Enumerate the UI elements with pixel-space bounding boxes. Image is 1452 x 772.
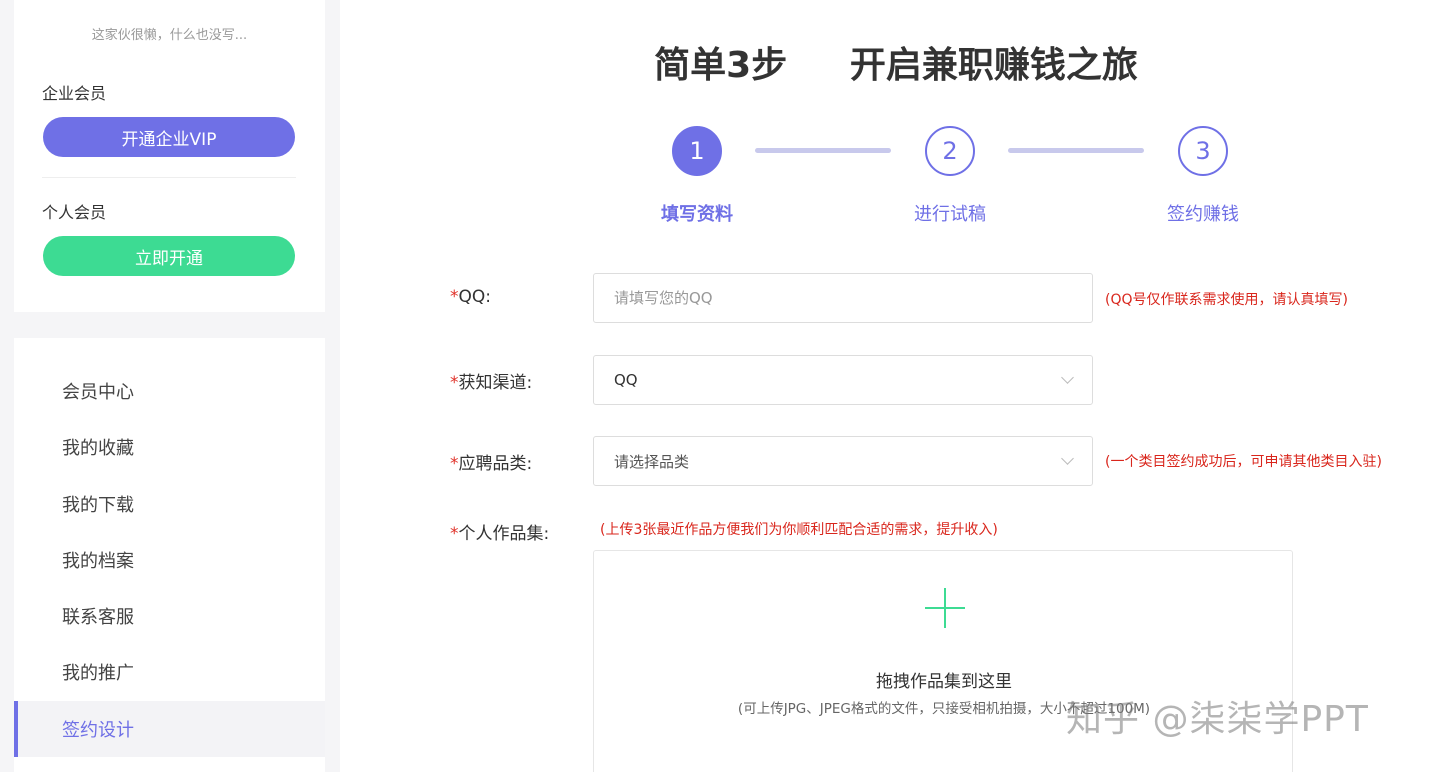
- step-1-label: 填写资料: [661, 204, 733, 225]
- divider: [42, 177, 296, 178]
- category-field-label: *应聘品类:: [450, 449, 532, 474]
- step-3-label: 签约赚钱: [1167, 204, 1239, 225]
- step-connector: [755, 148, 891, 153]
- category-hint: (一个类目签约成功后，可申请其他类目入驻): [1105, 454, 1382, 470]
- portfolio-label-text: 个人作品集:: [458, 524, 550, 544]
- portfolio-field-label: *个人作品集:: [450, 519, 549, 544]
- required-mark: *: [450, 373, 459, 393]
- main-panel: 简单3步 开启兼职赚钱之旅 1 2 3 填写资料 进行试稿 签约赚钱 *QQ: …: [340, 0, 1452, 772]
- page-title: 简单3步 开启兼职赚钱之旅: [654, 45, 1138, 86]
- open-enterprise-vip-button[interactable]: 开通企业VIP: [43, 117, 295, 157]
- sidebar-item-favorites[interactable]: 我的收藏: [14, 419, 325, 475]
- page: 这家伙很懒，什么也没写... 企业会员 开通企业VIP 个人会员 立即开通 会员…: [0, 0, 1452, 772]
- sidebar-item-profile[interactable]: 我的档案: [14, 532, 325, 588]
- watermark: 知乎 @柒柒学PPT: [1066, 699, 1369, 740]
- sidebar-item-member-center[interactable]: 会员中心: [14, 363, 325, 419]
- step-2-circle: 2: [925, 126, 975, 176]
- chevron-down-icon: [1061, 452, 1074, 465]
- sidebar-item-promotion[interactable]: 我的推广: [14, 644, 325, 700]
- step-2-label: 进行试稿: [914, 204, 986, 225]
- category-select-value: 请选择品类: [614, 452, 690, 471]
- open-personal-member-button[interactable]: 立即开通: [43, 236, 295, 276]
- user-tagline: 这家伙很懒，什么也没写...: [91, 28, 248, 43]
- qq-input[interactable]: [593, 273, 1093, 323]
- channel-select[interactable]: QQ: [593, 355, 1093, 405]
- chevron-down-icon: [1061, 371, 1074, 384]
- channel-select-value: QQ: [614, 371, 638, 389]
- upload-title: 拖拽作品集到这里: [876, 672, 1012, 692]
- sidebar-item-sign-design[interactable]: 签约设计: [14, 701, 325, 757]
- sidebar-item-downloads[interactable]: 我的下载: [14, 476, 325, 532]
- step-connector: [1008, 148, 1144, 153]
- member-card: 这家伙很懒，什么也没写... 企业会员 开通企业VIP 个人会员 立即开通: [14, 0, 325, 312]
- category-label-text: 应聘品类:: [458, 454, 533, 474]
- portfolio-hint: (上传3张最近作品方便我们为你顺利匹配合适的需求，提升收入): [600, 522, 998, 538]
- enterprise-member-label: 企业会员: [42, 84, 107, 103]
- category-select[interactable]: 请选择品类: [593, 436, 1093, 486]
- sidebar-item-customer-service[interactable]: 联系客服: [14, 588, 325, 644]
- step-1-circle: 1: [672, 126, 722, 176]
- qq-field-label: *QQ:: [450, 287, 491, 307]
- channel-field-label: *获知渠道:: [450, 368, 532, 393]
- required-mark: *: [450, 454, 459, 474]
- required-mark: *: [450, 287, 459, 307]
- plus-icon: [925, 588, 965, 628]
- step-3-circle: 3: [1178, 126, 1228, 176]
- required-mark: *: [450, 524, 459, 544]
- sidebar-nav: 会员中心 我的收藏 我的下载 我的档案 联系客服 我的推广 签约设计: [14, 338, 325, 772]
- qq-hint: (QQ号仅作联系需求使用，请认真填写): [1105, 292, 1348, 308]
- personal-member-label: 个人会员: [42, 203, 107, 222]
- qq-label-text: QQ:: [458, 287, 492, 307]
- channel-label-text: 获知渠道:: [458, 373, 533, 393]
